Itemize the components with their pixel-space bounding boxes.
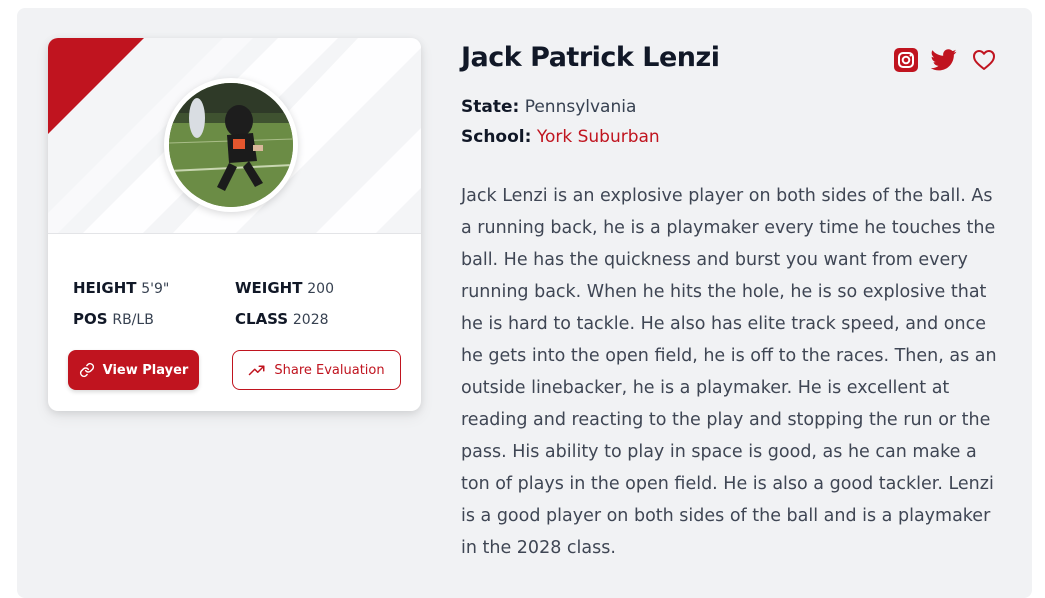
- stat-pos: POS RB/LB: [73, 309, 154, 330]
- player-state: State: Pennsylvania: [461, 97, 636, 117]
- stat-class: CLASS 2028: [235, 309, 329, 330]
- view-player-button[interactable]: View Player: [68, 350, 199, 390]
- stat-height: HEIGHT 5'9": [73, 278, 169, 299]
- heart-icon[interactable]: [971, 47, 997, 73]
- player-name: Jack Patrick Lenzi: [461, 42, 720, 73]
- card-hero: [48, 38, 421, 234]
- stat-weight-label: WEIGHT: [235, 279, 303, 297]
- school-link[interactable]: York Suburban: [537, 127, 660, 147]
- stat-weight-value: 200: [307, 281, 334, 297]
- stat-class-value: 2028: [292, 312, 329, 328]
- stat-pos-label: POS: [73, 310, 108, 328]
- view-player-label: View Player: [102, 362, 189, 378]
- player-photo: [169, 83, 293, 207]
- stat-weight: WEIGHT 200: [235, 278, 334, 299]
- player-bio: Jack Lenzi is an explosive player on bot…: [461, 186, 997, 558]
- school-label: School:: [461, 127, 532, 147]
- state-label: State:: [461, 97, 520, 117]
- stat-height-value: 5'9": [141, 281, 170, 297]
- player-school: School: York Suburban: [461, 127, 660, 147]
- player-card: HEIGHT 5'9" WEIGHT 200 POS RB/LB CLASS 2…: [48, 38, 421, 411]
- share-evaluation-button[interactable]: Share Evaluation: [232, 350, 401, 390]
- link-icon: [79, 362, 94, 378]
- state-value: Pennsylvania: [524, 97, 637, 117]
- instagram-icon[interactable]: [893, 47, 919, 73]
- twitter-icon[interactable]: [931, 47, 957, 73]
- share-evaluation-label: Share Evaluation: [274, 362, 385, 378]
- avatar: [164, 78, 298, 212]
- stat-height-label: HEIGHT: [73, 279, 137, 297]
- stat-pos-value: RB/LB: [112, 312, 154, 328]
- stat-class-label: CLASS: [235, 310, 289, 328]
- hero-corner-accent: [48, 38, 144, 134]
- trending-up-icon: [249, 365, 265, 376]
